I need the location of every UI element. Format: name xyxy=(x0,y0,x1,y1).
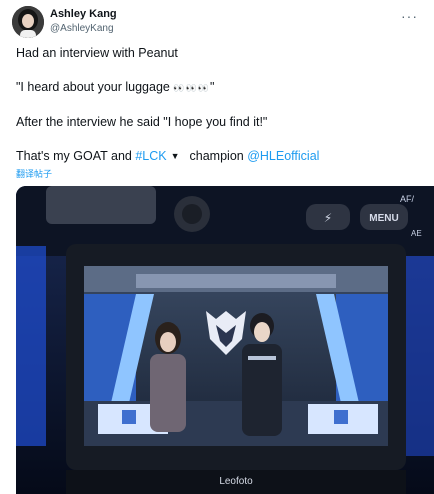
tweet-line-2: "I heard about your luggage 👀👀👀" xyxy=(16,80,214,94)
avatar[interactable] xyxy=(12,6,44,38)
more-horizontal-icon[interactable]: ··· xyxy=(401,8,418,24)
eyes-emoji: 👀👀👀 xyxy=(173,83,210,93)
author-handle[interactable]: @AshleyKang xyxy=(50,23,114,34)
camera-ae-label: AE xyxy=(411,229,422,238)
translate-post-link[interactable]: 翻译帖子 xyxy=(16,167,52,180)
tweet-line-1: Had an interview with Peanut xyxy=(16,46,178,60)
mention-link[interactable]: @HLEofficial xyxy=(247,149,319,163)
tweet-line-2-text: "I heard about your luggage xyxy=(16,80,174,94)
tweet-line-4-middle: champion xyxy=(189,149,248,163)
hashtag-link[interactable]: #LCK xyxy=(135,149,166,163)
tweet-header: Ashley Kang @AshleyKang ··· xyxy=(12,6,422,38)
chevron-down-icon: ▼ xyxy=(170,151,180,161)
person-interviewer xyxy=(150,322,186,432)
author-name[interactable]: Ashley Kang xyxy=(50,8,117,20)
tweet-line-4: That's my GOAT and #LCK ▼ champion @HLEoff… xyxy=(16,149,319,163)
tweet-line-4-prefix: That's my GOAT and xyxy=(16,149,136,163)
avatar-image xyxy=(12,6,44,38)
photo-camera-screen: ⚡ MENU AF/ AE Leofoto xyxy=(16,186,434,494)
camera-af-label: AF/ xyxy=(400,194,415,204)
tweet-photo[interactable]: ⚡ MENU AF/ AE Leofoto xyxy=(16,186,434,494)
camera-menu-button: MENU xyxy=(369,213,398,224)
svg-text:⚡: ⚡ xyxy=(324,211,332,225)
tweet-line-3: After the interview he said "I hope you … xyxy=(16,115,268,129)
tweet-line-2-end: " xyxy=(209,80,215,94)
camera-brand-label: Leofoto xyxy=(219,476,253,487)
